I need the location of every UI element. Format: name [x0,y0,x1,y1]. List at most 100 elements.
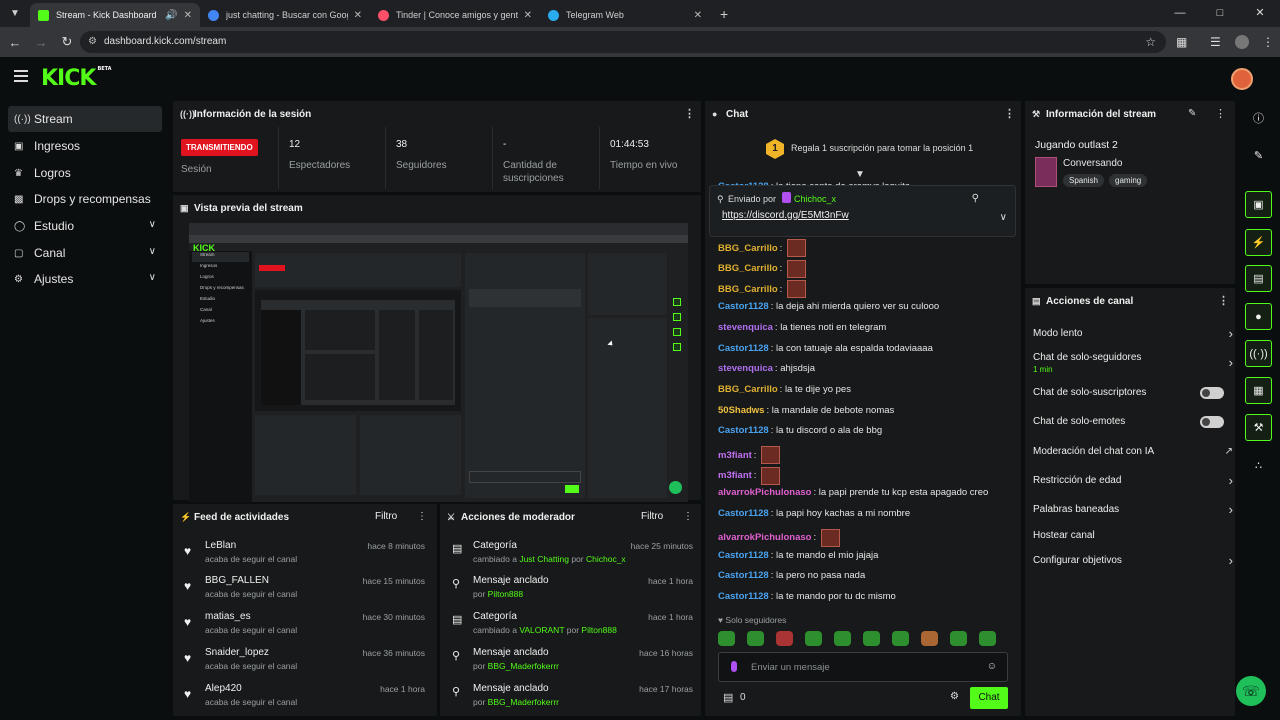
new-tab-plus-icon[interactable]: + [720,6,728,22]
minimize-icon[interactable]: — [1160,0,1200,27]
forward-arrow-icon[interactable]: → [28,35,54,50]
chat-username[interactable]: Castor1128 [718,591,769,602]
sidebar-item-canal[interactable]: ▢ Canal ∨ [8,240,162,266]
emote-icon[interactable] [761,446,781,464]
chat-username[interactable]: alvarrokPichulonaso [718,487,811,498]
browser-tab-google[interactable]: just chatting - Buscar con Goog ✕ [200,3,370,27]
media-controls-icon[interactable]: ☰ [1210,27,1221,57]
emote-icon[interactable] [820,528,840,547]
chat-username[interactable]: Castor1128 [718,508,769,519]
chat-input-box[interactable]: Enviar un mensaje ☺ [718,652,1008,682]
kebab-menu-icon[interactable]: ⋮ [1004,107,1015,120]
sidebar-item-ajustes[interactable]: ⚙ Ajustes ∨ [8,266,162,292]
info-icon[interactable]: ⓘ [1245,104,1272,131]
chat-username[interactable]: BBG_Carrillo [718,263,778,274]
sidebar-item-logros[interactable]: ♛ Logros [8,160,162,186]
chat-settings-gear-icon[interactable]: ⚙ [950,691,959,702]
url-field[interactable]: ⚙ dashboard.kick.com/stream ☆ [80,31,1166,53]
points-vault-icon[interactable]: ▤ [723,691,733,704]
collapse-chevrons-icon[interactable]: ▼ [855,169,865,180]
chat-username[interactable]: BBG_Carrillo [718,384,778,395]
host-channel-row[interactable]: Hostear canal [1033,530,1229,541]
bookmark-star-icon[interactable]: ☆ [1145,31,1156,53]
follower-name[interactable]: LeBlan [205,540,236,551]
emote-icon[interactable] [805,631,822,646]
edit-pencil-icon[interactable]: ✎ [1188,108,1196,119]
emote-icon[interactable] [892,631,909,646]
lightning-icon[interactable]: ⚡ [1245,229,1272,256]
back-arrow-icon[interactable]: ← [2,35,28,50]
chat-username[interactable]: alvarrokPichulonaso [718,532,811,543]
document-icon[interactable]: ▤ [1245,265,1272,292]
wrench-icon[interactable]: ⚒ [1245,414,1272,441]
chevron-down-icon[interactable]: ∨ [1000,212,1007,223]
close-window-icon[interactable]: ✕ [1240,0,1280,27]
follower-name[interactable]: BBG_FALLEN [205,575,269,586]
follower-name[interactable]: Snaider_lopez [205,647,269,658]
gift-subscription-prompt[interactable]: Regala 1 suscripción para tomar la posic… [791,143,973,153]
emote-icon[interactable] [786,239,806,257]
emote-icon[interactable] [761,466,781,485]
subscribers-only-toggle[interactable] [1200,387,1224,399]
emote-icon[interactable] [786,280,806,299]
kick-logo[interactable]: KICK BETA [41,66,112,91]
close-tab-icon[interactable]: ✕ [354,10,362,21]
follower-name[interactable]: Alep420 [205,683,242,694]
kebab-menu-icon[interactable]: ⋮ [417,511,427,522]
sidebar-item-drops[interactable]: ▩ Drops y recompensas [8,186,162,212]
tab-search-chevron-icon[interactable]: ▼ [4,4,26,22]
emote-icon[interactable] [863,631,880,646]
follower-name[interactable]: matias_es [205,611,251,622]
kebab-menu-icon[interactable]: ⋮ [1218,294,1229,307]
sidebar-item-stream[interactable]: ((·)) Stream [8,106,162,132]
user-avatar[interactable] [1231,68,1253,90]
chat-username[interactable]: 50Shadws [718,405,764,416]
help-headset-button[interactable]: ☏ [1236,676,1266,706]
age-restriction-row[interactable]: Restricción de edad › [1033,473,1233,488]
layout-icon[interactable]: ▦ [1245,377,1272,404]
chat-username[interactable]: Castor1128 [718,301,769,312]
chat-username[interactable]: BBG_Carrillo [718,284,778,295]
reload-icon[interactable]: ↻ [54,34,80,50]
chat-username[interactable]: BBG_Carrillo [718,243,778,254]
chat-username[interactable]: stevenquica [718,363,773,374]
close-tab-icon[interactable]: ✕ [524,10,532,21]
hamburger-menu-icon[interactable] [14,70,28,82]
site-info-icon[interactable]: ⚙ [88,31,97,53]
sidebar-item-ingresos[interactable]: ▣ Ingresos [8,133,162,159]
profile-avatar-icon[interactable] [1235,35,1249,49]
chat-username[interactable]: m3fiant [718,470,752,481]
edit-pencil-icon[interactable]: ✎ [1245,142,1272,169]
configure-goals-row[interactable]: Configurar objetivos › [1033,553,1233,568]
speaker-icon[interactable]: 🔊 [165,10,177,21]
banned-words-row[interactable]: Palabras baneadas › [1033,502,1233,517]
emote-icon[interactable] [979,631,996,646]
chat-bubble-icon[interactable]: ● [1245,303,1272,330]
pinned-username[interactable]: Chichoc_x [794,194,836,204]
chat-username[interactable]: Castor1128 [718,570,769,581]
emote-icon[interactable] [834,631,851,646]
restore-icon[interactable]: □ [1200,0,1240,27]
browser-tab-tinder[interactable]: Tinder | Conoce amigos y gente ✕ [370,3,540,27]
filter-button[interactable]: Filtro [375,511,397,522]
pinned-link[interactable]: https://discord.gg/E5Mt3nFw [722,210,849,221]
stream-tag[interactable]: gaming [1109,174,1148,187]
browser-tab-kick[interactable]: Stream - Kick Dashboard 🔊 ✕ [30,3,200,27]
extensions-puzzle-icon[interactable]: ▦ [1176,27,1187,57]
emote-icon[interactable] [786,259,806,278]
chat-username[interactable]: m3fiant [718,450,752,461]
emotes-only-toggle[interactable] [1200,416,1224,428]
unpin-icon[interactable]: ⚲ [972,193,979,204]
chat-username[interactable]: Castor1128 [718,550,769,561]
emote-icon[interactable] [718,631,735,646]
browser-tab-telegram[interactable]: Telegram Web ✕ [540,3,710,27]
followers-only-row[interactable]: Chat de solo-seguidores 1 min › [1033,352,1233,374]
close-tab-icon[interactable]: ✕ [184,10,192,21]
emote-icon[interactable] [921,631,938,646]
camera-focus-icon[interactable]: ▣ [1245,191,1272,218]
chat-username[interactable]: Castor1128 [718,343,769,354]
kebab-menu-icon[interactable]: ⋮ [684,107,695,120]
emote-icon[interactable] [776,631,793,646]
apps-grid-icon[interactable]: ∴ [1245,452,1272,479]
stream-category[interactable]: Conversando [1063,158,1122,169]
